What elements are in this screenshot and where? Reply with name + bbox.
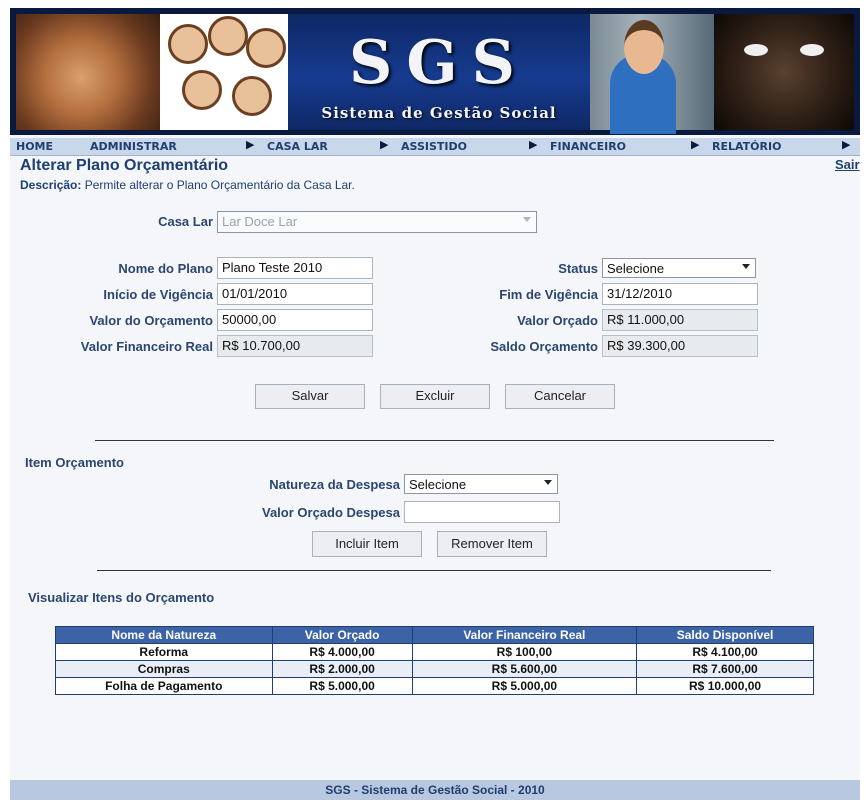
items-section-title: Visualizar Itens do Orçamento — [28, 590, 215, 605]
status-label: Status — [558, 261, 598, 276]
casa-lar-value: Lar Doce Lar — [222, 214, 298, 229]
end-date-label: Fim de Vigência — [499, 287, 598, 302]
description-label: Descrição: — [20, 178, 82, 192]
menu-financeiro[interactable]: FINANCEIRO — [550, 140, 626, 153]
menu-relatorio[interactable]: RELATÓRIO — [712, 140, 781, 153]
status-value: Selecione — [607, 261, 665, 276]
menu-assistido[interactable]: ASSISTIDO — [401, 140, 467, 153]
table-header-row: Nome da Natureza Valor Orçado Valor Fina… — [55, 626, 814, 644]
menu-arrow-icon: ▶ — [246, 138, 255, 151]
page: SGS Sistema de Gestão Social HOME ADMINI… — [10, 8, 860, 800]
real-financial-value: R$ 10.700,00 — [217, 335, 373, 357]
description-text: Permite alterar o Plano Orçamentário da … — [81, 178, 355, 192]
column-header: Nome da Natureza — [55, 626, 273, 644]
table-cell: R$ 5.000,00 — [271, 677, 413, 695]
plan-name-input[interactable]: Plano Teste 2010 — [217, 257, 373, 279]
chevron-down-icon — [523, 217, 531, 222]
table-cell: Folha de Pagamento — [55, 677, 273, 695]
sgs-logo: SGS Sistema de Gestão Social — [288, 14, 590, 130]
expense-nature-value: Selecione — [409, 477, 467, 492]
budget-items-table: Nome da Natureza Valor Orçado Valor Fina… — [55, 626, 814, 695]
expense-value-input[interactable] — [404, 501, 560, 523]
table-cell: R$ 100,00 — [411, 643, 638, 661]
page-title: Alterar Plano Orçamentário — [20, 157, 229, 174]
budgeted-value-label: Valor Orçado — [517, 313, 598, 328]
start-date-input[interactable]: 01/01/2010 — [217, 283, 373, 305]
menu-arrow-icon: ▶ — [529, 138, 538, 151]
table-cell: R$ 10.000,00 — [636, 677, 814, 695]
column-header: Valor Orçado — [271, 626, 413, 644]
expense-nature-label: Natureza da Despesa — [269, 477, 400, 492]
menu-casa-lar[interactable]: CASA LAR — [267, 140, 328, 153]
table-cell: R$ 5.000,00 — [411, 677, 638, 695]
column-header: Saldo Disponível — [636, 626, 814, 644]
table-row[interactable]: Reforma R$ 4.000,00 R$ 100,00 R$ 4.100,0… — [55, 643, 814, 661]
logo-subtitle: Sistema de Gestão Social — [321, 104, 557, 122]
children-circle-photo — [160, 14, 288, 130]
divider — [95, 440, 774, 441]
menu-home[interactable]: HOME — [16, 140, 53, 153]
end-date-input[interactable]: 31/12/2010 — [602, 283, 758, 305]
budget-value-input[interactable]: 50000,00 — [217, 309, 373, 331]
logout-link[interactable]: Sair — [835, 157, 860, 172]
item-section-title: Item Orçamento — [25, 455, 124, 470]
delete-button[interactable]: Excluir — [380, 384, 490, 409]
boy-backpack-photo — [590, 14, 714, 134]
status-select[interactable]: Selecione — [602, 258, 756, 278]
menu-administrar[interactable]: ADMINISTRAR — [90, 140, 177, 153]
save-button[interactable]: Salvar — [255, 384, 365, 409]
plan-name-label: Nome do Plano — [118, 261, 213, 276]
logo-title: SGS — [349, 28, 529, 98]
main-menu: HOME ADMINISTRAR ▶ CASA LAR ▶ ASSISTIDO … — [10, 138, 860, 156]
divider — [97, 570, 771, 571]
casa-lar-label: Casa Lar — [158, 214, 213, 229]
table-row[interactable]: Compras R$ 2.000,00 R$ 5.600,00 R$ 7.600… — [55, 660, 814, 678]
budget-value-label: Valor do Orçamento — [89, 313, 213, 328]
header-banner: SGS Sistema de Gestão Social — [10, 8, 860, 135]
column-header: Valor Financeiro Real — [411, 626, 638, 644]
table-cell: R$ 4.100,00 — [636, 643, 814, 661]
chevron-down-icon — [544, 480, 552, 485]
table-cell: R$ 7.600,00 — [636, 660, 814, 678]
remove-item-button[interactable]: Remover Item — [437, 531, 547, 557]
menu-arrow-icon: ▶ — [842, 138, 851, 151]
table-cell: R$ 2.000,00 — [271, 660, 413, 678]
menu-arrow-icon: ▶ — [380, 138, 389, 151]
real-financial-label: Valor Financeiro Real — [80, 339, 213, 354]
page-description: Descrição: Permite alterar o Plano Orçam… — [20, 178, 355, 192]
footer: SGS - Sistema de Gestão Social - 2010 — [10, 780, 860, 800]
budgeted-value: R$ 11.000,00 — [602, 309, 758, 331]
table-cell: R$ 4.000,00 — [271, 643, 413, 661]
smiling-girl-photo — [16, 14, 160, 130]
table-cell: Reforma — [55, 643, 273, 661]
table-cell: Compras — [55, 660, 273, 678]
table-cell: R$ 5.600,00 — [411, 660, 638, 678]
table-row[interactable]: Folha de Pagamento R$ 5.000,00 R$ 5.000,… — [55, 677, 814, 695]
expense-value-label: Valor Orçado Despesa — [261, 505, 400, 520]
crying-face-photo — [714, 14, 854, 130]
menu-arrow-icon: ▶ — [691, 138, 700, 151]
start-date-label: Início de Vigência — [103, 287, 213, 302]
chevron-down-icon — [742, 264, 750, 269]
cancel-button[interactable]: Cancelar — [505, 384, 615, 409]
budget-balance-value: R$ 39.300,00 — [602, 335, 758, 357]
add-item-button[interactable]: Incluir Item — [312, 531, 422, 557]
expense-nature-select[interactable]: Selecione — [404, 474, 558, 494]
budget-balance-label: Saldo Orçamento — [490, 339, 598, 354]
casa-lar-select[interactable]: Lar Doce Lar — [217, 211, 537, 233]
